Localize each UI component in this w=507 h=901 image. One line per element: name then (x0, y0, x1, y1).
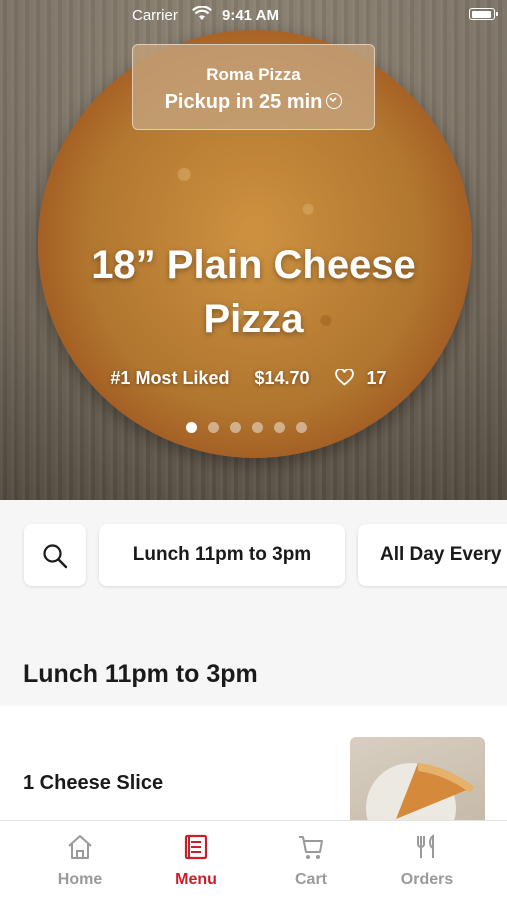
heart-icon (334, 369, 354, 386)
filter-chip-all-day[interactable]: All Day Every (358, 524, 507, 586)
likes[interactable]: 17 (334, 368, 397, 388)
item-price: $14.70 (254, 368, 310, 388)
carrier-label: Carrier (132, 7, 178, 24)
battery-icon (469, 8, 498, 20)
carousel-dot[interactable] (186, 422, 197, 433)
tab-home[interactable]: Home (30, 821, 130, 901)
store-pickup-card[interactable]: Roma Pizza Pickup in 25 min (132, 44, 375, 130)
tab-bar: Home Menu Cart Orders (0, 820, 507, 901)
tab-home-label: Home (57, 871, 103, 888)
clock: 9:41 AM (222, 7, 279, 24)
home-icon (68, 835, 92, 859)
pickup-label: Pickup in 25 min (164, 91, 323, 113)
section-title: Lunch 11pm to 3pm (23, 660, 258, 688)
status-bar: Carrier 9:41 AM (0, 0, 507, 30)
likes-count: 17 (366, 368, 387, 388)
menu-filter-row: Lunch 11pm to 3pm All Day Every (0, 500, 507, 610)
carousel-dot[interactable] (208, 422, 219, 433)
carousel-dot[interactable] (296, 422, 307, 433)
chevron-down-icon (326, 92, 343, 109)
tab-orders-label: Orders (400, 871, 454, 888)
tab-cart[interactable]: Cart (261, 821, 361, 901)
carousel-dot[interactable] (252, 422, 263, 433)
tab-cart-label: Cart (294, 871, 327, 888)
menu-item-row[interactable]: 1 Cheese Slice (0, 706, 507, 837)
featured-hero[interactable]: Carrier 9:41 AM Roma Pizza Pickup in 25 … (0, 0, 507, 500)
search-icon (43, 544, 68, 569)
menu-item-name: 1 Cheese Slice (23, 772, 164, 794)
cart-icon (299, 836, 323, 859)
filter-chip-lunch[interactable]: Lunch 11pm to 3pm (99, 524, 345, 586)
orders-icon (417, 833, 434, 858)
tab-menu[interactable]: Menu (146, 821, 246, 901)
wifi-icon (192, 5, 212, 25)
menu-icon (184, 834, 208, 860)
carousel-dot[interactable] (274, 422, 285, 433)
search-button[interactable] (24, 524, 86, 586)
featured-item-title: 18” Plain Cheese Pizza (91, 243, 416, 341)
featured-item-meta: #1 Most Liked $14.70 17 (0, 368, 507, 389)
pickup-time[interactable]: Pickup in 25 min (133, 91, 374, 114)
store-name: Roma Pizza (206, 65, 301, 84)
carousel-dot[interactable] (230, 422, 241, 433)
popularity-badge: #1 Most Liked (110, 368, 230, 388)
tab-menu-label: Menu (175, 871, 217, 888)
tab-orders[interactable]: Orders (377, 821, 477, 901)
